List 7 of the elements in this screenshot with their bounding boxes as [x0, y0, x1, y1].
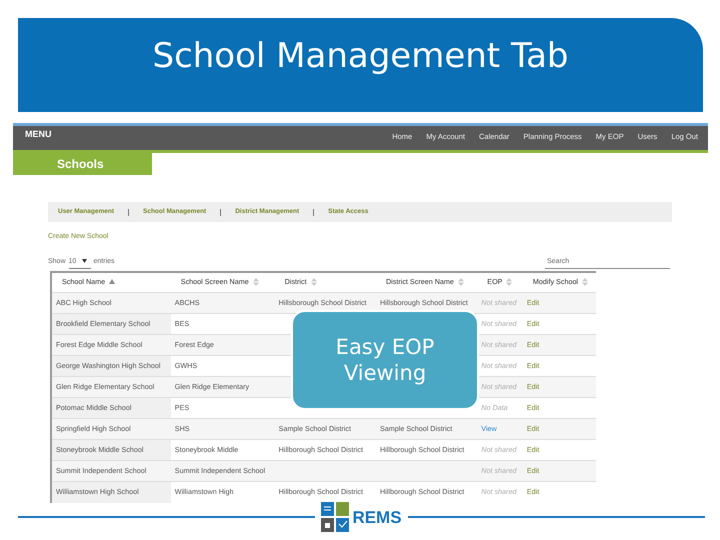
slide-title: School Management Tab [152, 36, 569, 78]
section-tab[interactable]: Schools [13, 153, 152, 175]
callout-text: Easy EOP Viewing [334, 334, 436, 386]
logo-text: REMS [352, 508, 402, 526]
menu-label: MENU [25, 128, 52, 141]
logo-icon [321, 502, 350, 532]
caret-icon [82, 259, 88, 264]
